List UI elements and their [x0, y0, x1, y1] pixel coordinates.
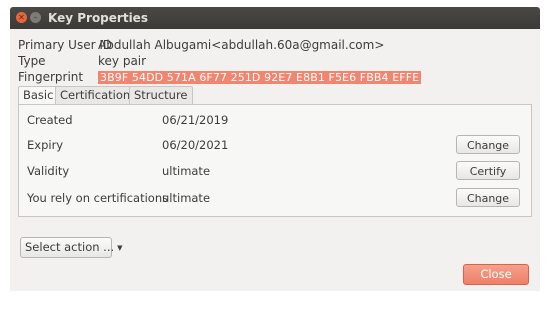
title-bar: ✕ – Key Properties — [10, 7, 540, 29]
fingerprint-label: Fingerprint — [18, 70, 84, 84]
chevron-down-icon: ▼ — [117, 244, 123, 252]
rely-on-certifications-label: You rely on certifications — [27, 191, 169, 205]
type-label: Type — [18, 54, 46, 68]
change-trust-button[interactable]: Change — [456, 188, 520, 207]
key-properties-window: ✕ – Key Properties Primary User ID Abdul… — [0, 0, 552, 311]
certify-button[interactable]: Certify — [456, 161, 520, 180]
tab-basic[interactable]: Basic — [18, 86, 59, 105]
window-close-icon[interactable]: ✕ — [16, 12, 27, 23]
expiry-value: 06/20/2021 — [162, 138, 229, 152]
primary-user-id-value: Abdullah Albugami<abdullah.60a@gmail.com… — [98, 38, 385, 52]
expiry-label: Expiry — [27, 138, 64, 152]
close-button[interactable]: Close — [463, 264, 529, 285]
window-minimize-icon[interactable]: – — [30, 12, 41, 23]
window-title: Key Properties — [48, 11, 148, 25]
select-action-label: Select action ... — [25, 240, 115, 254]
basic-panel: Created 06/21/2019 Expiry 06/20/2021 Cha… — [18, 104, 532, 217]
tab-structure[interactable]: Structure — [129, 86, 193, 104]
created-value: 06/21/2019 — [162, 113, 229, 127]
change-expiry-button[interactable]: Change — [456, 135, 520, 154]
created-label: Created — [27, 113, 73, 127]
select-action-dropdown[interactable]: Select action ... ▼ — [20, 237, 123, 258]
validity-label: Validity — [27, 164, 70, 178]
type-value: key pair — [98, 54, 147, 68]
fingerprint-value[interactable]: 3B9F 54DD 571A 6F77 251D 92E7 E8B1 F5E6 … — [98, 71, 422, 84]
dialog-body: Primary User ID Abdullah Albugami<abdull… — [10, 29, 540, 291]
rely-on-certifications-value: ultimate — [162, 191, 211, 205]
validity-value: ultimate — [162, 164, 211, 178]
